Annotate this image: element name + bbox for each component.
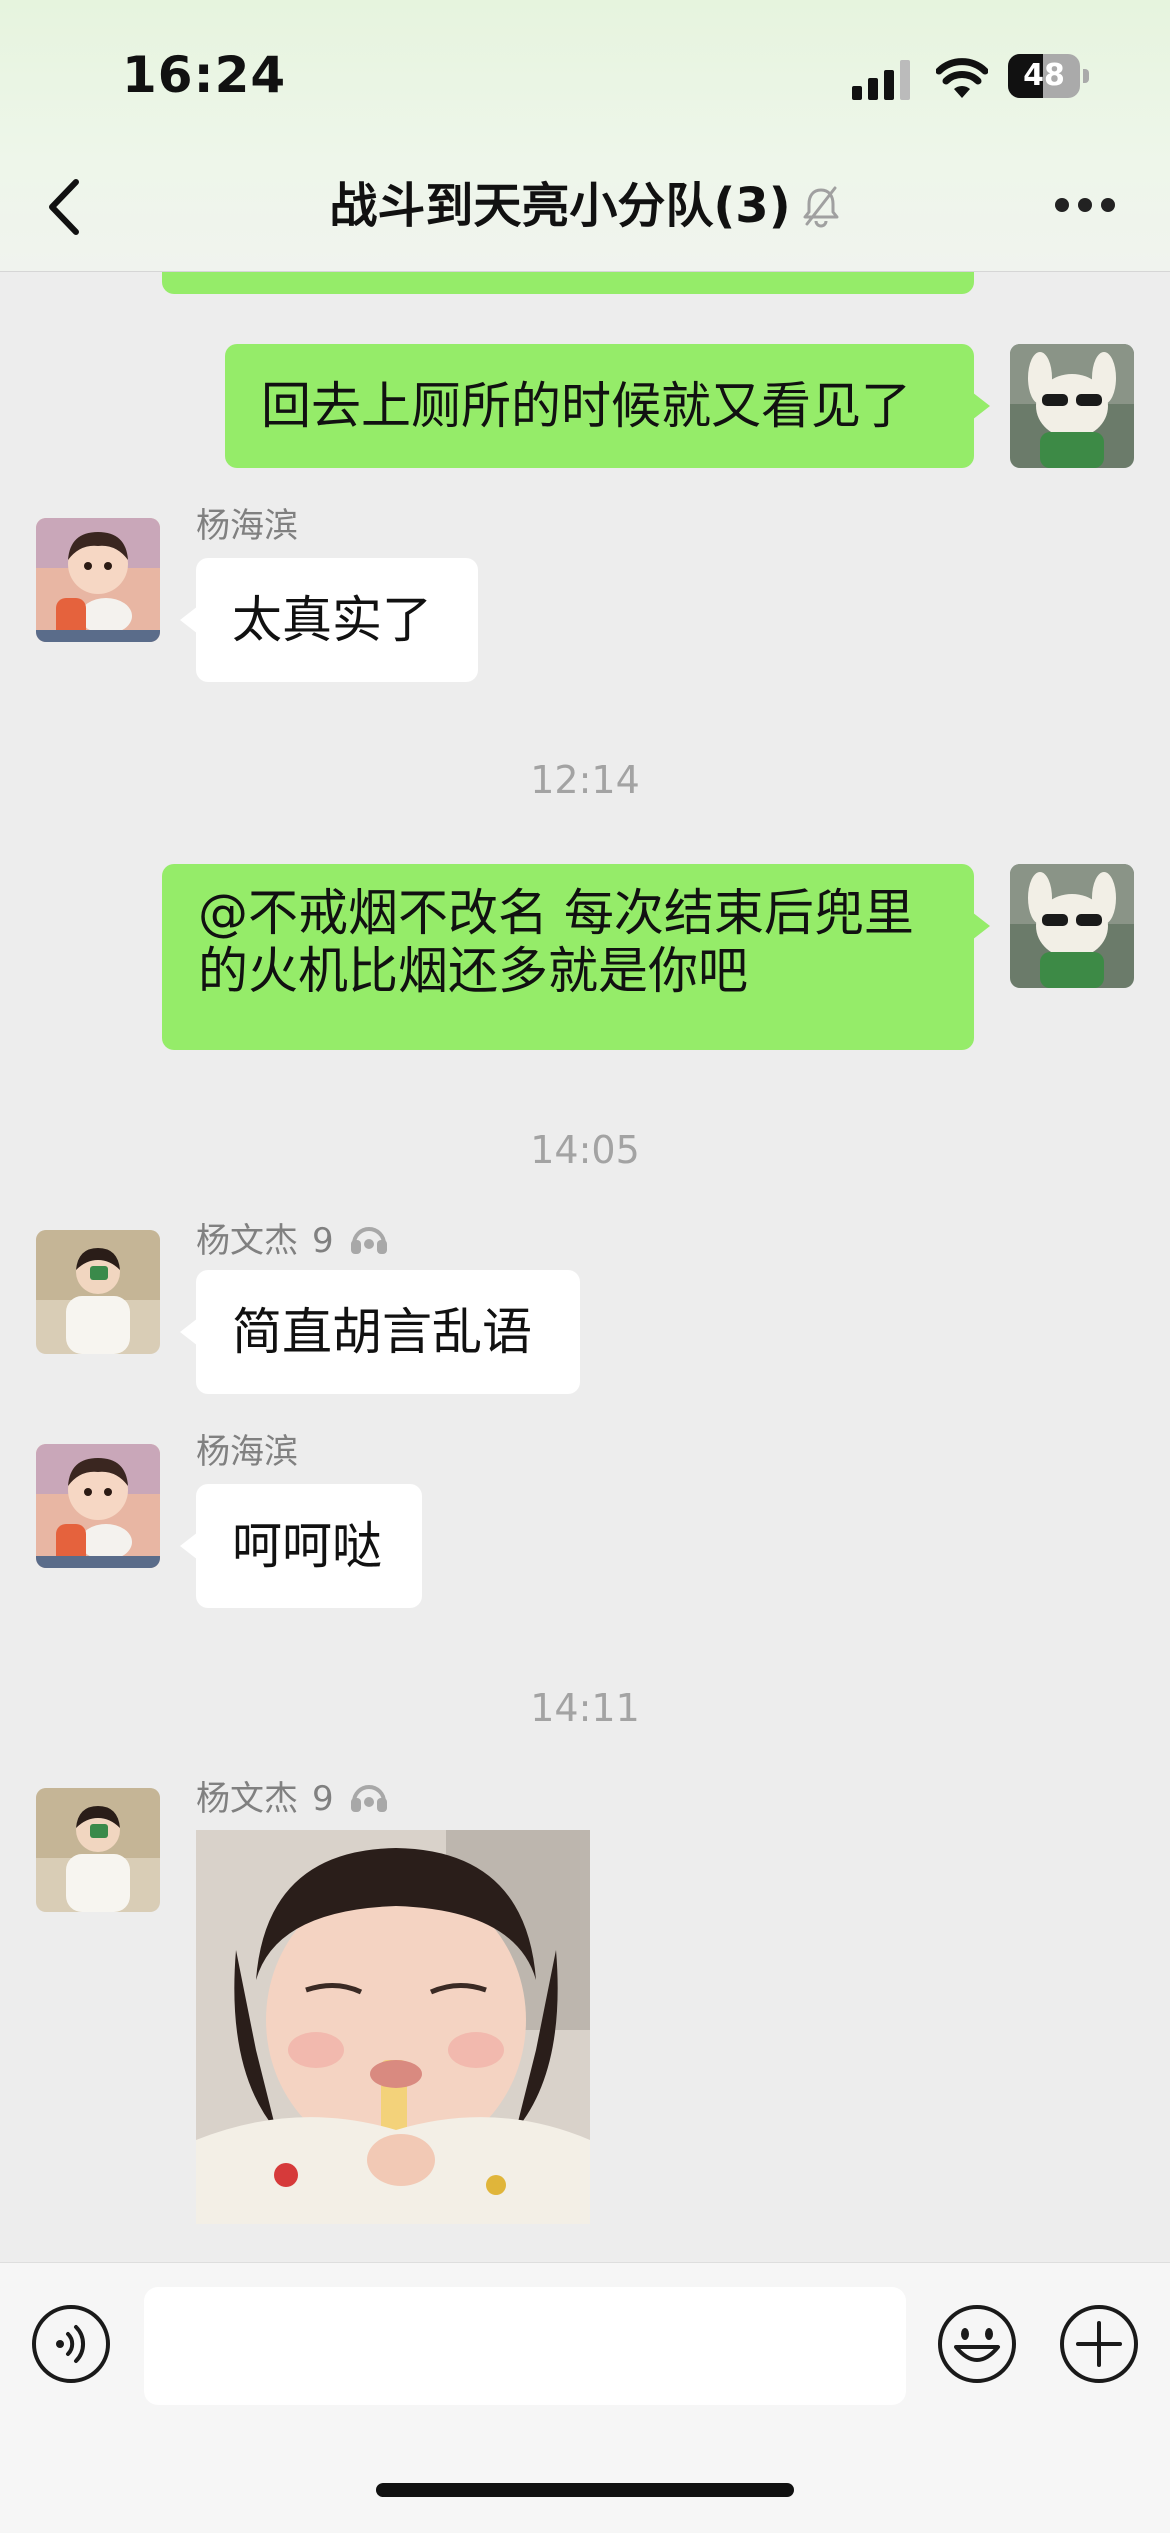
message-text-line: 的火机比烟还多就是你吧 — [198, 942, 748, 1000]
sender-avatar[interactable] — [36, 1444, 160, 1568]
message-image[interactable] — [196, 1830, 590, 2224]
message-row-outgoing: 回去上厕所的时候就又看见了 — [0, 344, 1170, 468]
message-bubble-outgoing[interactable]: @不戒烟不改名 每次结束后兜里 的火机比烟还多就是你吧 — [162, 864, 990, 1050]
sender-avatar[interactable] — [36, 1230, 160, 1354]
timestamp: 14:05 — [530, 1128, 640, 1172]
sender-level: 9 — [312, 1221, 334, 1261]
message-bubble-incoming[interactable]: 太真实了 — [180, 558, 478, 682]
plus-icon[interactable] — [1058, 2303, 1140, 2385]
sender-name: 杨文杰 9 — [196, 1776, 392, 1819]
message-text: 回去上厕所的时候就又看见了 — [261, 377, 911, 435]
message-row-outgoing: @不戒烟不改名 每次结束后兜里 的火机比烟还多就是你吧 — [0, 864, 1170, 1050]
message-row-incoming: 杨海滨 呵呵哒 — [0, 1432, 1170, 1608]
sender-name: 杨海滨 — [196, 1432, 298, 1472]
sender-avatar[interactable] — [36, 1788, 160, 1912]
sender-name: 杨文杰 9 — [196, 1218, 392, 1261]
message-bubble-incoming[interactable]: 呵呵哒 — [180, 1484, 422, 1608]
battery-level: 48 — [1023, 58, 1065, 93]
my-avatar[interactable] — [1010, 344, 1134, 468]
message-input[interactable] — [144, 2287, 906, 2405]
chat-title-area[interactable]: 战斗到天亮小分队(3) — [0, 174, 1170, 238]
chat-title: 战斗到天亮小分队(3) — [329, 178, 791, 234]
my-avatar[interactable] — [1010, 864, 1134, 988]
message-text: 简直胡言乱语 — [232, 1303, 532, 1361]
battery-icon: 48 — [1008, 54, 1089, 98]
sender-name: 杨海滨 — [196, 506, 298, 546]
mute-bell-icon — [803, 186, 839, 228]
top-bar: 16:24 48 战斗到天亮小分队(3) — [0, 0, 1170, 272]
headset-icon — [350, 1785, 387, 1812]
home-indicator — [376, 2483, 794, 2497]
status-time: 16:24 — [122, 46, 287, 104]
wifi-icon — [936, 58, 988, 98]
input-bar — [0, 2262, 1170, 2533]
timestamp: 12:14 — [530, 758, 640, 802]
message-bubble-outgoing[interactable]: 回去上厕所的时候就又看见了 — [225, 344, 990, 468]
headset-icon — [350, 1227, 387, 1254]
voice-input-icon[interactable] — [30, 2303, 112, 2385]
message-row-incoming: 杨海滨 太真实了 — [0, 506, 1170, 682]
message-bubble-incoming[interactable]: 简直胡言乱语 — [180, 1270, 580, 1394]
message-row-incoming: 杨文杰 9 简直胡言乱语 — [0, 1218, 1170, 1394]
message-text-line: @不戒烟不改名 每次结束后兜里 — [198, 884, 914, 942]
timestamp: 14:11 — [530, 1686, 640, 1730]
message-row-incoming-image: 杨文杰 9 — [0, 1776, 1170, 1912]
header-divider — [0, 271, 1170, 272]
more-options-icon[interactable] — [1055, 198, 1115, 214]
cellular-signal-icon — [852, 60, 914, 100]
sender-avatar[interactable] — [36, 518, 160, 642]
message-text: 呵呵哒 — [232, 1517, 382, 1575]
sender-level: 9 — [312, 1779, 334, 1819]
emoji-icon[interactable] — [936, 2303, 1018, 2385]
message-text: 太真实了 — [232, 591, 432, 649]
